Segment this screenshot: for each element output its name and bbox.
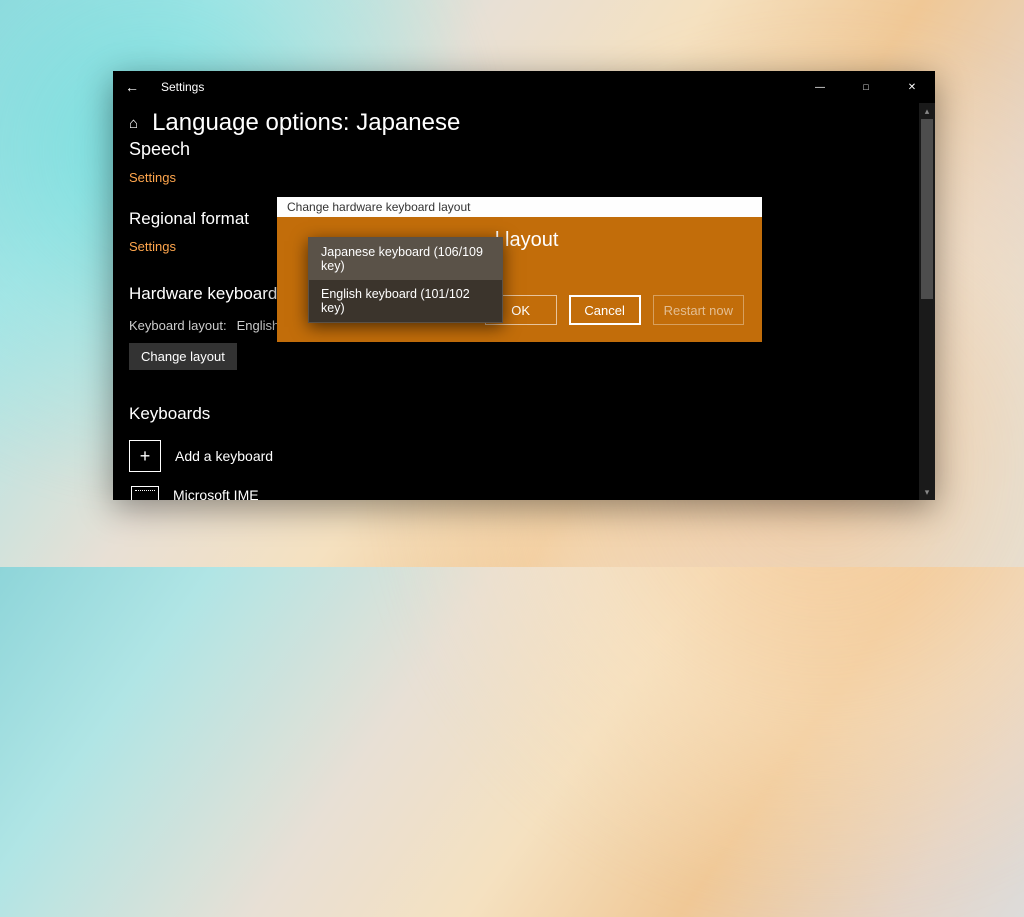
dialog-heading-fragment: l layout: [495, 229, 744, 252]
dropdown-option-english[interactable]: English keyboard (101/102 key): [309, 280, 502, 322]
app-title: Settings: [161, 80, 204, 94]
change-layout-button[interactable]: Change layout: [129, 343, 237, 370]
kb-layout-key: Keyboard layout:: [129, 318, 227, 333]
scroll-up-icon[interactable]: ▴: [919, 103, 935, 119]
back-icon[interactable]: ←: [125, 79, 139, 95]
window-controls: — □ ✕: [797, 71, 935, 103]
restart-now-button[interactable]: Restart now: [653, 295, 744, 325]
titlebar: ← Settings — □ ✕: [113, 71, 935, 103]
add-keyboard-button[interactable]: + Add a keyboard: [129, 440, 919, 472]
section-speech-heading: Speech: [129, 139, 919, 160]
layout-dropdown[interactable]: Japanese keyboard (106/109 key) English …: [308, 237, 503, 323]
dialog-title: Change hardware keyboard layout: [277, 197, 762, 217]
page-header: ⌂ Language options: Japanese: [129, 109, 919, 137]
speech-settings-link[interactable]: Settings: [129, 170, 176, 185]
scroll-down-icon[interactable]: ▾: [919, 484, 935, 500]
ime-label: Microsoft IME: [173, 487, 259, 500]
dropdown-option-japanese[interactable]: Japanese keyboard (106/109 key): [309, 238, 502, 280]
regional-settings-link[interactable]: Settings: [129, 239, 176, 254]
maximize-button[interactable]: □: [843, 71, 889, 103]
keyboard-icon: [131, 486, 159, 500]
ime-row[interactable]: Microsoft IME: [129, 486, 919, 500]
section-keyboards-heading: Keyboards: [129, 404, 919, 424]
home-icon[interactable]: ⌂: [129, 115, 138, 132]
scroll-thumb[interactable]: [921, 119, 933, 299]
page-title: Language options: Japanese: [152, 109, 460, 137]
close-button[interactable]: ✕: [889, 71, 935, 103]
scrollbar[interactable]: ▴ ▾: [919, 103, 935, 500]
settings-window: ← Settings — □ ✕ ⌂ Language options: Jap…: [113, 71, 935, 500]
minimize-button[interactable]: —: [797, 71, 843, 103]
titlebar-left: ← Settings: [125, 79, 204, 95]
add-keyboard-label: Add a keyboard: [175, 448, 273, 464]
dialog-button-row: OK Cancel Restart now: [485, 295, 744, 325]
cancel-button[interactable]: Cancel: [569, 295, 641, 325]
plus-icon: +: [129, 440, 161, 472]
